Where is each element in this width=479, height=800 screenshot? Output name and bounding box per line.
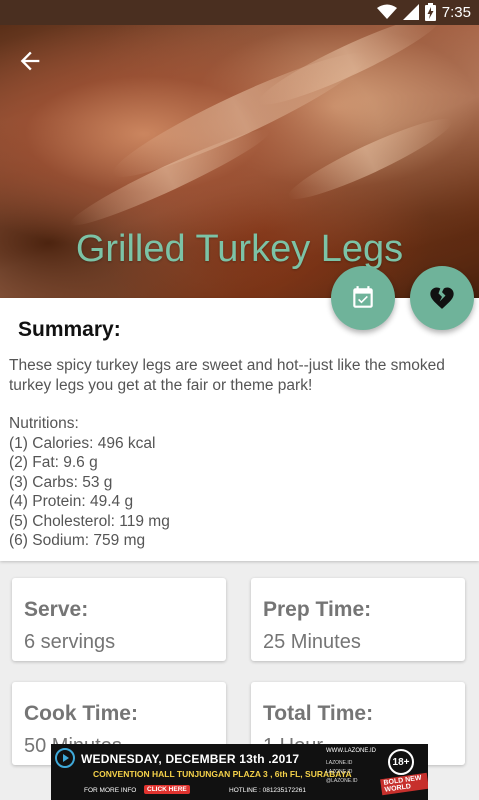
ad-age-badge: 18+ <box>388 749 414 775</box>
ad-social-facebook: LAZONE.ID <box>326 760 353 766</box>
ad-date-text: WEDNESDAY, DECEMBER 13th .2017 <box>81 752 300 766</box>
recipe-title: Grilled Turkey Legs <box>75 228 404 270</box>
ad-hotline: HOTLINE : 081235172261 <box>229 787 306 794</box>
recipe-hero-image: Grilled Turkey Legs <box>0 25 479 298</box>
hero-texture <box>282 108 458 210</box>
summary-heading: Summary: <box>18 318 121 341</box>
summary-description: These spicy turkey legs are sweet and ho… <box>9 357 445 394</box>
wifi-icon <box>376 4 397 19</box>
status-bar: 7:35 <box>0 0 479 25</box>
nutrition-item: (4) Protein: 49.4 g <box>9 493 134 510</box>
ad-more-info: FOR MORE INFO <box>84 787 137 794</box>
total-time-label: Total Time: <box>263 702 374 725</box>
nutrition-title: Nutritions: <box>9 415 79 432</box>
ad-click-here-button[interactable]: CLICK HERE <box>144 785 190 794</box>
nutrition-item: (3) Carbs: 53 g <box>9 473 113 491</box>
ad-banner[interactable]: WEDNESDAY, DECEMBER 13th .2017 CONVENTIO… <box>51 744 428 800</box>
back-button[interactable] <box>16 47 44 75</box>
serve-card: Serve: 6 servings <box>12 578 226 661</box>
prep-time-value: 25 Minutes <box>263 631 361 653</box>
signal-icon <box>402 4 419 20</box>
nutrition-item: (5) Cholesterol: 119 mg <box>9 512 170 530</box>
nutrition-item: (6) Sodium: 759 mg <box>9 532 146 549</box>
favorite-button[interactable] <box>410 266 474 330</box>
broken-heart-icon <box>430 287 454 309</box>
prep-time-card: Prep Time: 25 Minutes <box>251 578 465 661</box>
arrow-left-icon <box>20 51 40 71</box>
ad-venue-text: CONVENTION HALL TUNJUNGAN PLAZA 3 , 6th … <box>93 769 352 779</box>
nutrition-item: (2) Fat: 9.6 g <box>9 454 98 471</box>
serve-label: Serve: <box>24 598 89 621</box>
status-time: 7:35 <box>441 3 471 21</box>
ad-social-instagram: @LAZONE.ID <box>326 778 358 784</box>
ad-slogan-badge: BOLD NEW WORLD <box>380 772 428 796</box>
nutrition-item: (1) Calories: 496 kcal <box>9 434 156 452</box>
status-icons: 7:35 <box>376 3 471 21</box>
calendar-check-icon <box>353 286 373 308</box>
prep-time-label: Prep Time: <box>263 598 372 621</box>
play-icon <box>55 748 75 768</box>
ad-social-twitter: LAZONE.ID <box>326 769 353 775</box>
summary-body: These spicy turkey legs are sweet and ho… <box>9 356 449 551</box>
ad-website: WWW.LAZONE.ID <box>326 748 376 754</box>
summary-card: Summary: These spicy turkey legs are swe… <box>0 298 479 561</box>
battery-charging-icon <box>424 3 436 21</box>
cook-time-label: Cook Time: <box>24 702 138 725</box>
serve-value: 6 servings <box>24 631 116 653</box>
add-to-plan-button[interactable] <box>331 266 395 330</box>
